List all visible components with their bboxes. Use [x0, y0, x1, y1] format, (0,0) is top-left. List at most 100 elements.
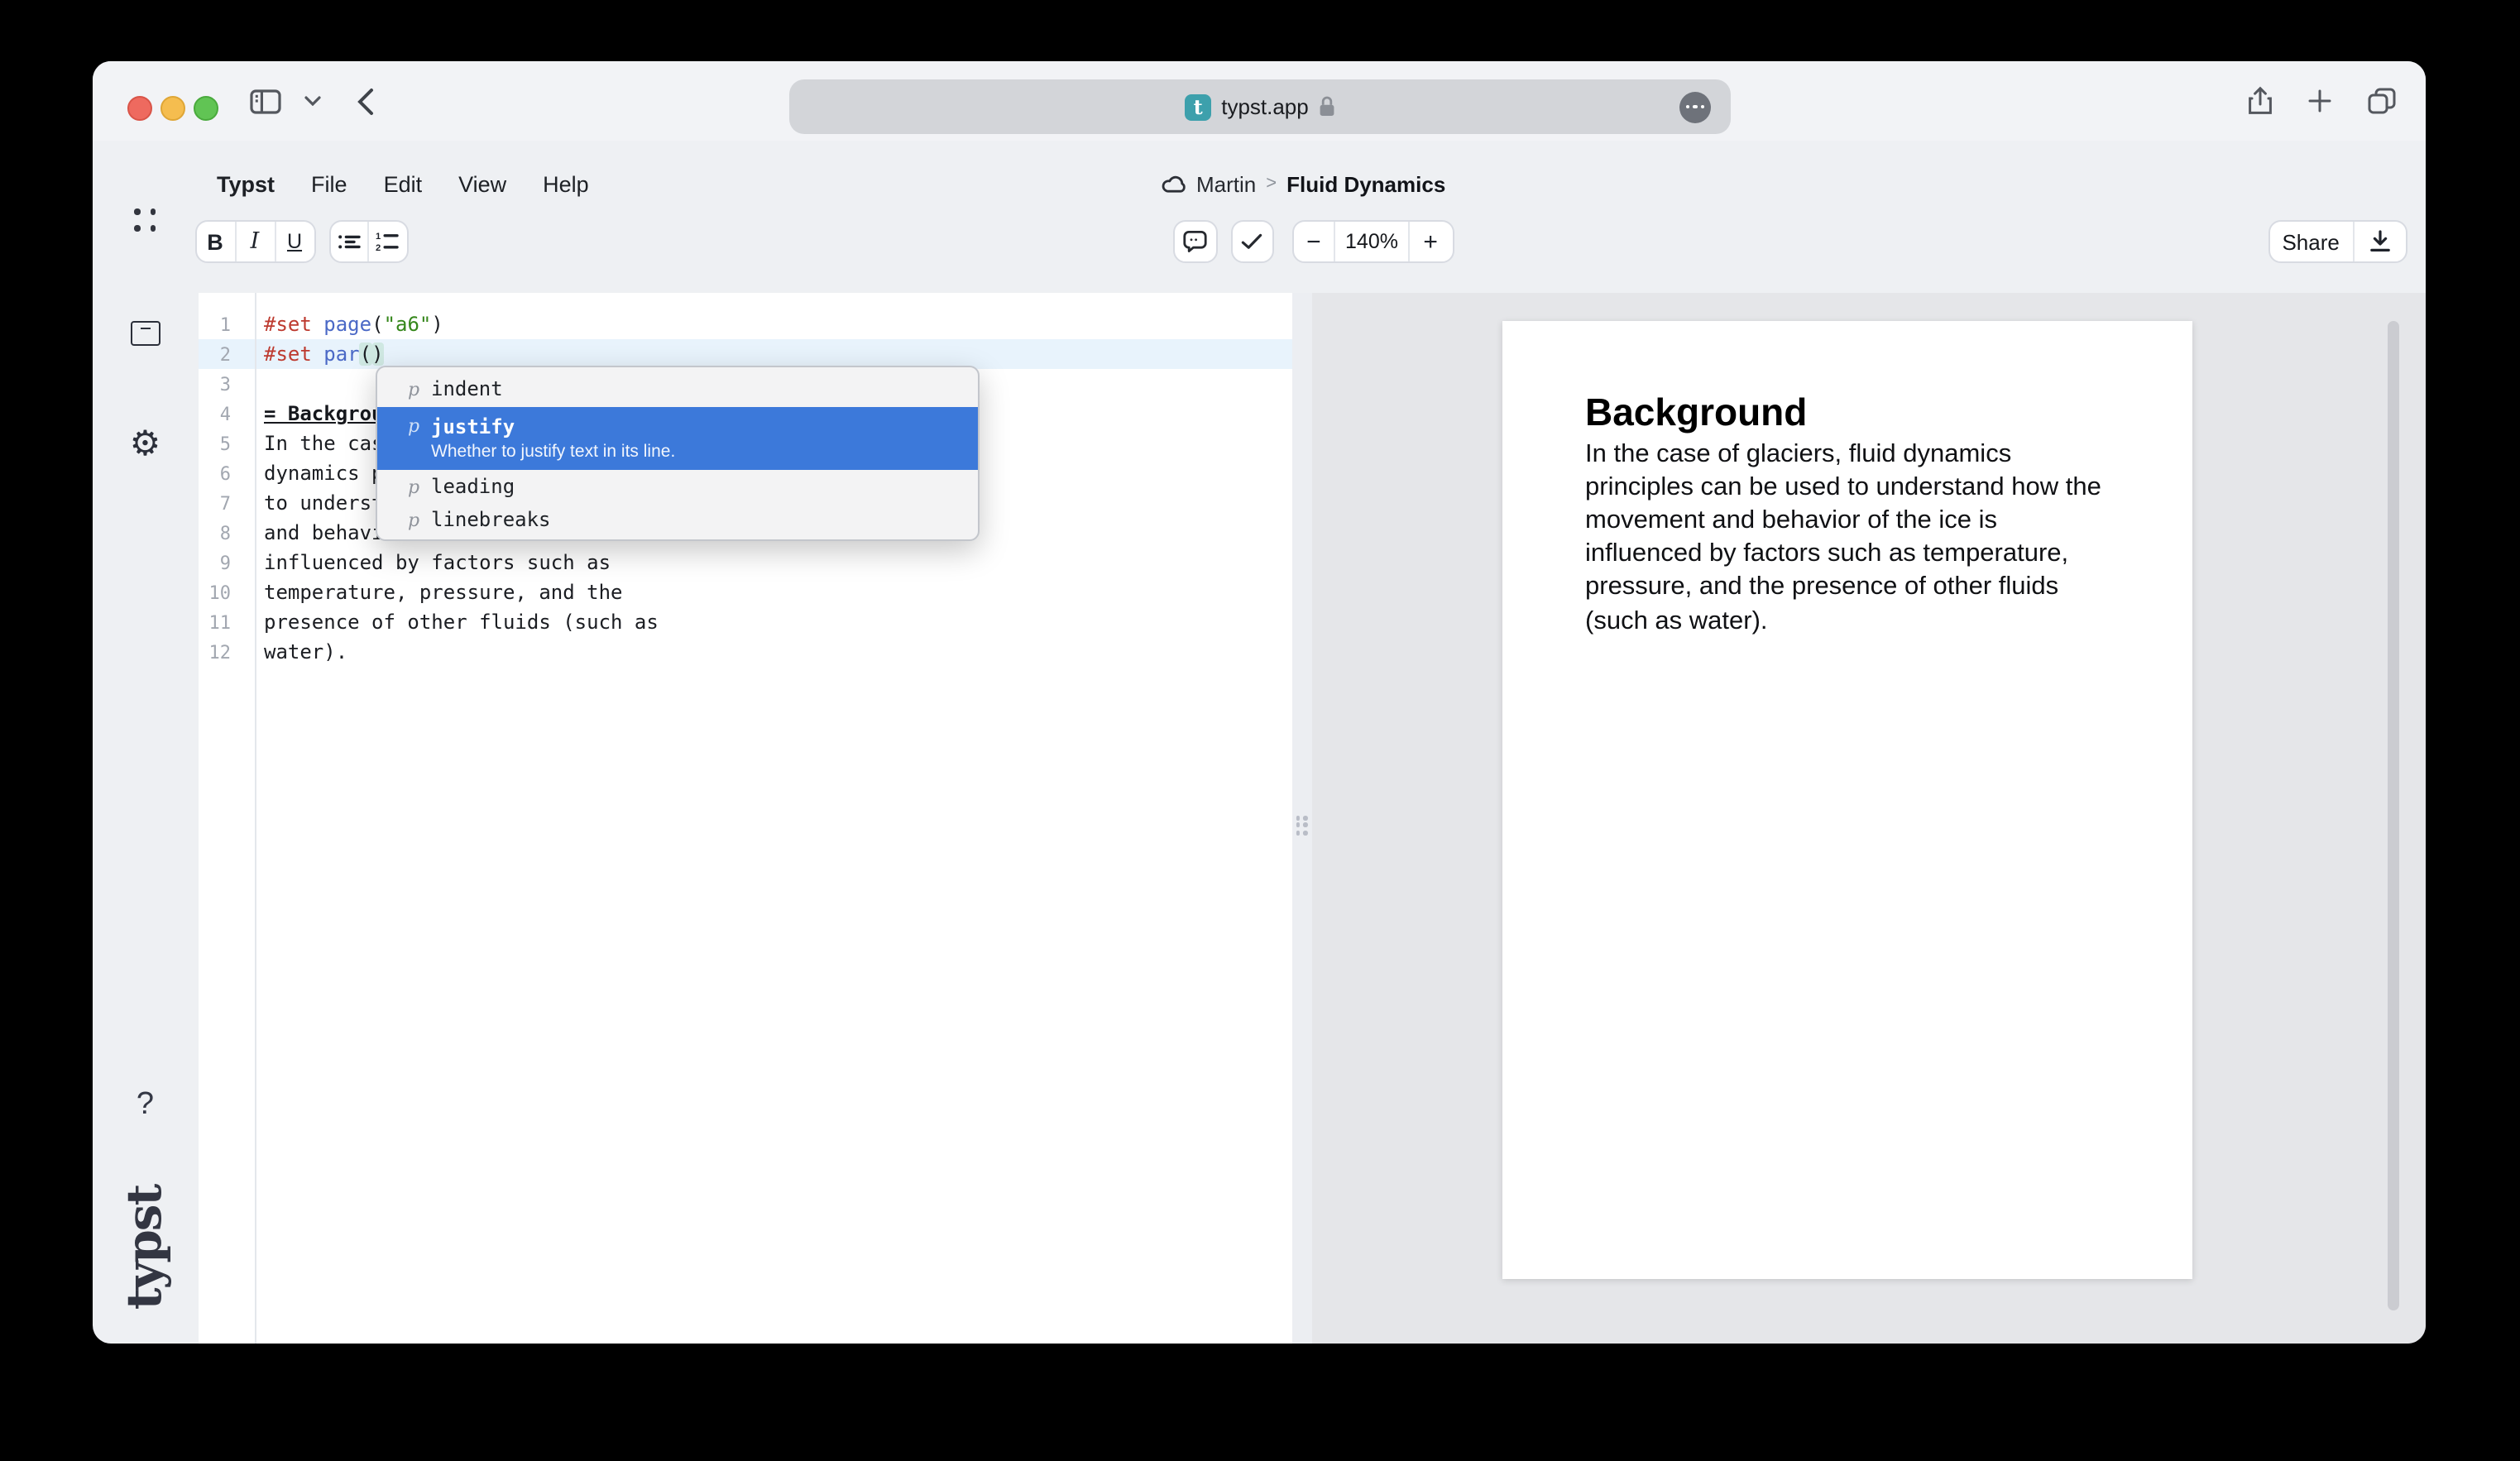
browser-toolbar: t typst.app: [93, 61, 2426, 141]
app-menu-bar: Typst File Edit View Help: [217, 164, 589, 204]
zoom-in-label: +: [1423, 228, 1438, 256]
underline-label: U: [287, 230, 302, 253]
gutter-separator: [254, 293, 256, 1344]
page-menu-button[interactable]: [1679, 91, 1711, 122]
sidebar-toggle-button[interactable]: [250, 61, 281, 141]
cloud-icon: [1162, 175, 1186, 193]
traffic-minimize-button[interactable]: [160, 96, 185, 121]
line-number: 3: [198, 371, 231, 400]
breadcrumb-project: Fluid Dynamics: [1286, 171, 1445, 196]
numbered-list-button[interactable]: 1 2: [367, 222, 406, 261]
page-body-line: (such as water).: [1585, 605, 2106, 638]
autocomplete-label: justify: [431, 414, 515, 438]
share-button[interactable]: Share: [2269, 222, 2352, 261]
line-number: 10: [198, 579, 231, 609]
tab-overview-icon: [2368, 88, 2396, 114]
autocomplete-item-leading[interactable]: pleading: [376, 470, 977, 503]
address-bar[interactable]: t typst.app: [789, 79, 1731, 134]
traffic-close-button[interactable]: [127, 96, 152, 121]
code-token: #set: [264, 313, 312, 336]
bold-label: B: [207, 229, 223, 254]
line-number: 5: [198, 430, 231, 460]
code-token: (: [360, 342, 371, 366]
spellcheck-button[interactable]: [1232, 222, 1272, 261]
italic-button[interactable]: I: [234, 222, 274, 261]
download-button[interactable]: [2352, 222, 2405, 261]
autocomplete-item-linebreaks[interactable]: plinebreaks: [376, 503, 977, 536]
code-token: "a6": [384, 313, 432, 336]
bold-button[interactable]: B: [196, 222, 234, 261]
parameter-icon: p: [408, 378, 431, 400]
code-line[interactable]: 9 influenced by factors such as: [198, 548, 1291, 577]
zoom-out-label: −: [1306, 228, 1321, 256]
code-editor[interactable]: 1#set page("a6")2#set par()34= Backgroun…: [198, 293, 1291, 1344]
comments-button[interactable]: [1174, 222, 1215, 261]
line-number: 11: [198, 609, 231, 639]
zoom-in-button[interactable]: +: [1407, 222, 1452, 261]
menu-edit[interactable]: Edit: [384, 171, 423, 196]
line-number: 6: [198, 460, 231, 490]
tab-overview-button[interactable]: [2368, 61, 2396, 141]
menu-typst[interactable]: Typst: [217, 171, 275, 196]
line-number: 1: [198, 311, 231, 341]
underline-button[interactable]: U: [274, 222, 314, 261]
page-body-line: movement and behavior of the ice is: [1585, 505, 2106, 538]
browser-window: t typst.app: [93, 61, 2426, 1344]
autocomplete-label: linebreaks: [431, 508, 551, 531]
code-token: par: [323, 342, 359, 366]
pane-divider[interactable]: [1291, 293, 1312, 1344]
page-body-line: In the case of glaciers, fluid dynamics: [1585, 438, 2106, 471]
app-header: Typst File Edit View Help Martin > Fluid…: [93, 141, 2426, 293]
code-token: page: [323, 313, 371, 336]
drag-handle-icon: [1296, 816, 1307, 835]
bullet-list-button[interactable]: [330, 222, 367, 261]
breadcrumb: Martin > Fluid Dynamics: [1162, 164, 1445, 204]
share-export-icon: [2247, 86, 2273, 116]
breadcrumb-separator: >: [1266, 174, 1277, 194]
menu-file[interactable]: File: [311, 171, 347, 196]
autocomplete-label: indent: [431, 377, 503, 400]
apps-menu-button[interactable]: [93, 204, 198, 237]
autocomplete-item-justify[interactable]: pjustifyWhether to justify text in its l…: [376, 407, 977, 470]
code-token: presence of other fluids (such as: [264, 611, 659, 634]
editor-toolbar: B I U: [93, 220, 2426, 265]
code-token: [312, 313, 323, 336]
back-button[interactable]: [357, 61, 374, 141]
page-body-line: pressure, and the presence of other flui…: [1585, 572, 2106, 605]
line-number: 7: [198, 490, 231, 520]
zoom-level[interactable]: 140%: [1334, 222, 1407, 261]
page-heading: Background: [1585, 390, 2106, 433]
code-token: (: [371, 313, 383, 336]
line-number: 9: [198, 549, 231, 579]
preview-pane: Background In the case of glaciers, flui…: [1312, 293, 2426, 1344]
traffic-zoom-button[interactable]: [194, 96, 218, 121]
rendered-page: Background In the case of glaciers, flui…: [1502, 320, 2192, 1279]
new-tab-button[interactable]: [2308, 61, 2331, 141]
italic-label: I: [251, 228, 260, 255]
code-line[interactable]: 1#set page("a6"): [198, 309, 1291, 339]
code-line[interactable]: 12water).: [198, 637, 1291, 667]
autocomplete-item-indent[interactable]: pindent: [376, 371, 977, 407]
line-number: 4: [198, 400, 231, 430]
share-page-button[interactable]: [2247, 61, 2273, 141]
code-token: temperature, pressure, and the: [264, 581, 623, 604]
chevron-down-icon: [304, 96, 321, 106]
breadcrumb-account[interactable]: Martin: [1196, 171, 1256, 196]
code-line[interactable]: 11 presence of other fluids (such as: [198, 607, 1291, 637]
code-token: influenced by factors such as: [264, 551, 611, 574]
code-line[interactable]: 2#set par(): [198, 339, 1291, 369]
download-icon: [2369, 230, 2390, 253]
comment-icon: [1181, 230, 1208, 253]
code-token: [312, 342, 323, 366]
code-line[interactable]: 10 temperature, pressure, and the: [198, 577, 1291, 607]
sidebar-dropdown-button[interactable]: [304, 61, 321, 141]
parameter-icon: p: [408, 415, 431, 437]
autocomplete-description: Whether to justify text in its line.: [431, 440, 977, 463]
zoom-out-button[interactable]: −: [1293, 222, 1334, 261]
url-text: typst.app: [1221, 94, 1309, 119]
menu-view[interactable]: View: [458, 171, 506, 196]
code-token: ): [371, 342, 383, 366]
preview-scrollbar[interactable]: [2388, 320, 2399, 1310]
menu-help[interactable]: Help: [543, 171, 589, 196]
page-body-line: principles can be used to understand how…: [1585, 471, 2106, 504]
